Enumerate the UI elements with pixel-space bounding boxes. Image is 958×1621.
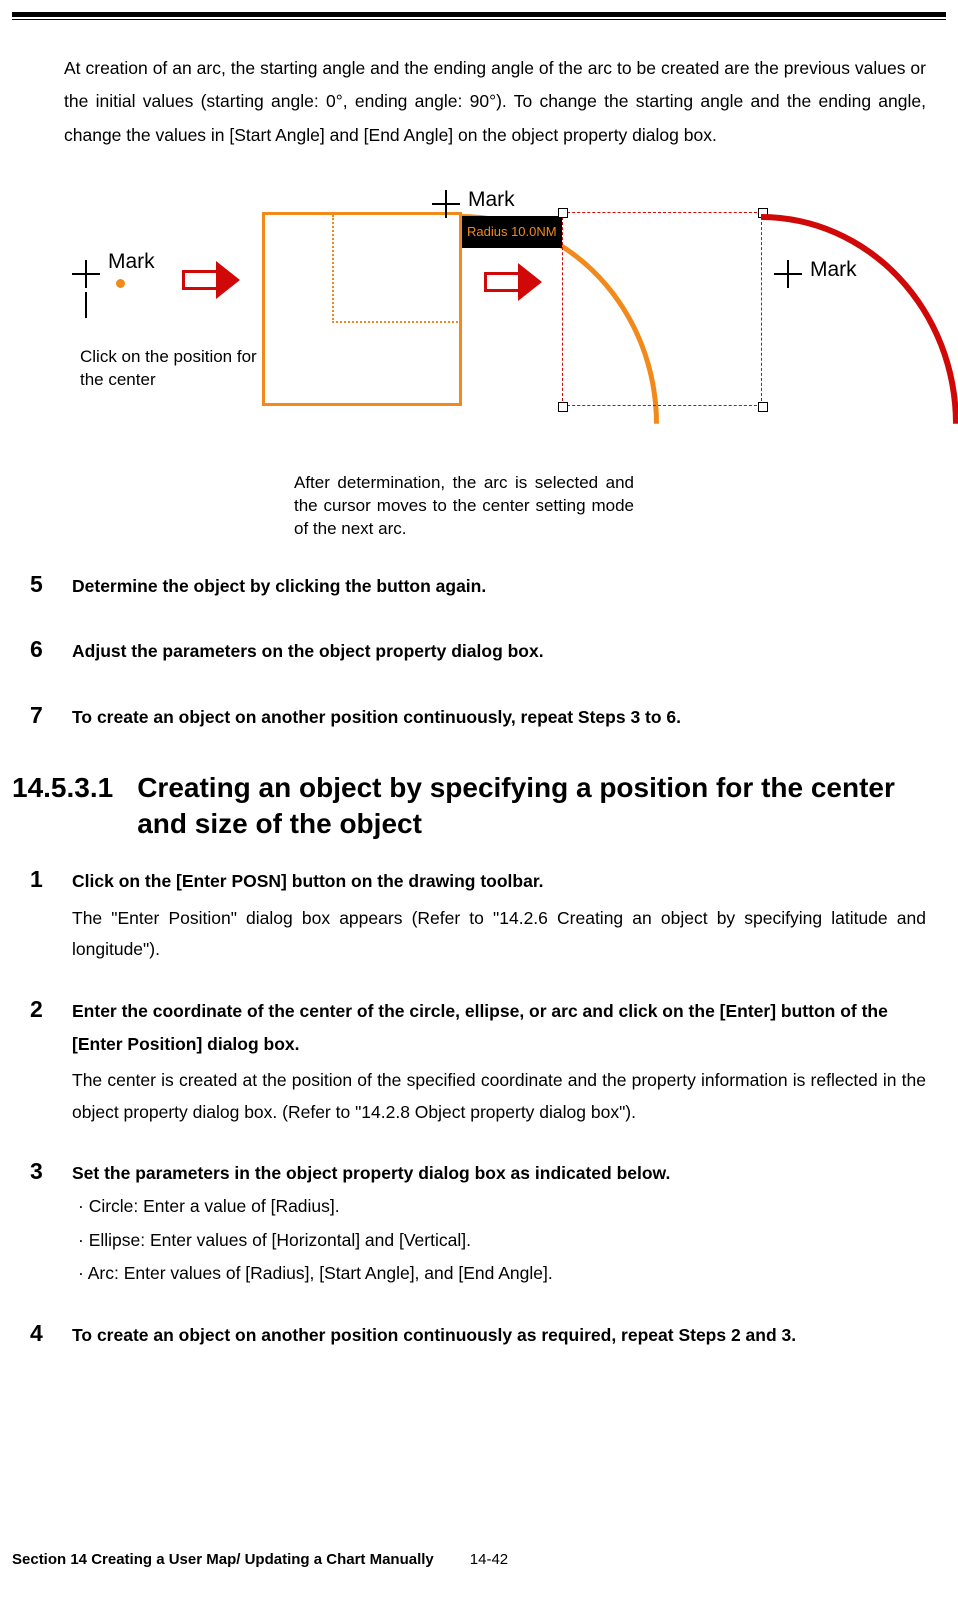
section-heading: 14.5.3.1 Creating an object by specifyin… [12, 770, 946, 843]
resize-handle [558, 208, 568, 218]
step-text: Set the parameters in the object propert… [72, 1163, 670, 1183]
intro-paragraph: At creation of an arc, the starting angl… [12, 52, 946, 152]
vertical-segment [85, 292, 87, 318]
figure-caption-left: Click on the position for the center [80, 346, 270, 392]
sub-item: · Circle: Enter a value of [Radius]. [72, 1190, 926, 1223]
step-number: 2 [30, 988, 52, 1032]
step-3: 3 Set the parameters in the object prope… [12, 1150, 946, 1290]
mark-label-3: Mark [810, 250, 857, 290]
step-body-text: The "Enter Position" dialog box appears … [72, 903, 926, 966]
step-number: 6 [30, 628, 52, 672]
step-text: Adjust the parameters on the object prop… [72, 641, 544, 661]
mark-cross-icon [774, 260, 802, 288]
mark-cross-icon [72, 260, 100, 288]
step-text: Enter the coordinate of the center of th… [72, 1001, 888, 1054]
sub-item: · Ellipse: Enter values of [Horizontal] … [72, 1224, 926, 1257]
step-body-text: The center is created at the position of… [72, 1065, 926, 1128]
step-5: 5 Determine the object by clicking the b… [12, 563, 946, 607]
step-number: 3 [30, 1150, 52, 1194]
steps-group-b: 1 Click on the [Enter POSN] button on th… [12, 858, 946, 1355]
dotted-guide [332, 215, 462, 323]
step-number: 4 [30, 1312, 52, 1356]
step-text: Determine the object by clicking the but… [72, 576, 486, 596]
step-7: 7 To create an object on another positio… [12, 694, 946, 738]
figure-caption-bottom: After determination, the arc is selected… [294, 472, 634, 541]
step-1: 1 Click on the [Enter POSN] button on th… [12, 858, 946, 965]
selection-box-red [562, 212, 762, 406]
page-footer: Section 14 Creating a User Map/ Updating… [12, 1546, 946, 1575]
footer-page: 14-42 [470, 1546, 508, 1575]
step-text: To create an object on another position … [72, 1325, 796, 1345]
mark-label-2: Mark [468, 180, 515, 220]
figure: Mark Mark Radius 10.0NM Mark Click on th… [72, 170, 862, 470]
heading-title: Creating an object by specifying a posit… [137, 770, 946, 843]
heading-number: 14.5.3.1 [12, 770, 113, 843]
steps-group-a: 5 Determine the object by clicking the b… [12, 563, 946, 738]
step-4: 4 To create an object on another positio… [12, 1312, 946, 1356]
step-2: 2 Enter the coordinate of the center of … [12, 988, 946, 1129]
step-6: 6 Adjust the parameters on the object pr… [12, 628, 946, 672]
top-rule [12, 12, 946, 20]
sub-list: · Circle: Enter a value of [Radius]. · E… [72, 1190, 926, 1290]
footer-section: Section 14 Creating a User Map/ Updating… [12, 1546, 434, 1575]
mark-cross-icon [432, 190, 460, 218]
step-text: Click on the [Enter POSN] button on the … [72, 871, 544, 891]
sub-item: · Arc: Enter values of [Radius], [Start … [72, 1257, 926, 1290]
radius-badge: Radius 10.0NM [462, 216, 562, 249]
resize-handle [558, 402, 568, 412]
step-text: To create an object on another position … [72, 707, 681, 727]
step-number: 5 [30, 563, 52, 607]
mark-label-1: Mark [108, 242, 155, 282]
step-number: 7 [30, 694, 52, 738]
arrow-right-icon [182, 262, 248, 298]
step-number: 1 [30, 858, 52, 902]
radius-badge-text: Radius 10.0NM [467, 224, 557, 239]
arrow-right-icon [484, 264, 550, 300]
center-dot-icon [116, 279, 125, 288]
